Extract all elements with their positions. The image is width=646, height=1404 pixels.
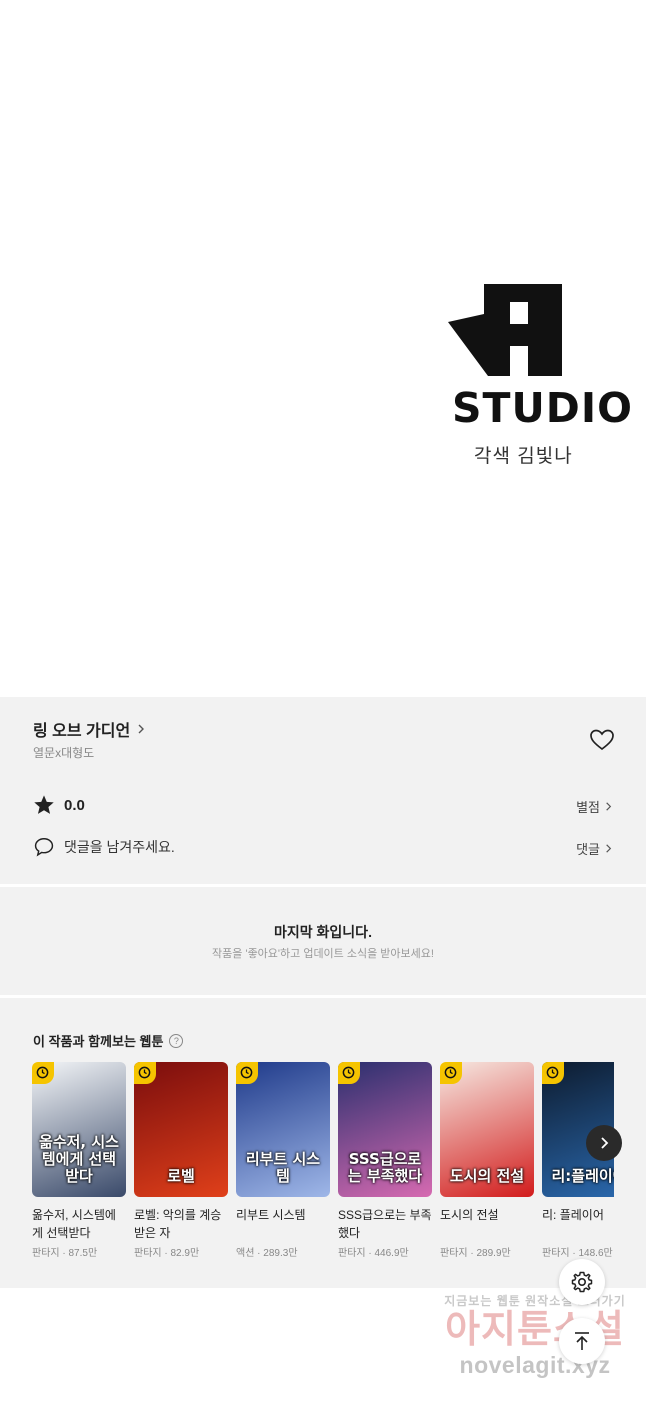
meta-separator: · <box>365 1248 375 1259</box>
card-views: 148.6만 <box>578 1248 613 1259</box>
meta-separator: · <box>569 1248 579 1259</box>
comment-prompt-row[interactable]: 댓글을 남겨주세요. <box>33 836 175 858</box>
studio-logo-text: STUDIO <box>452 384 633 432</box>
clock-icon <box>240 1066 253 1079</box>
like-heart-icon[interactable] <box>588 726 616 754</box>
work-title-link[interactable]: 링 오브 가디언 <box>33 717 148 741</box>
notice-title: 마지막 화입니다. <box>274 924 372 940</box>
episode-final-image: STUDIO 각색 김빛나 <box>0 0 646 697</box>
card-title: SSS급으로는 부족했다 <box>338 1208 432 1240</box>
card-meta: 판타지 · 82.9만 <box>134 1244 228 1259</box>
clock-icon <box>546 1066 559 1079</box>
comment-link[interactable]: 댓글 <box>576 839 614 858</box>
star-icon <box>34 795 54 814</box>
chevron-right-icon <box>601 1137 609 1149</box>
recommendation-card[interactable]: 옮수저, 시스템에게 선택받다 옮수저, 시스템에게 선택받다 판타지 · 87.5… <box>32 1062 126 1259</box>
card-genre: 판타지 <box>440 1248 468 1259</box>
card-genre: 판타지 <box>338 1248 366 1259</box>
carousel-next-button[interactable] <box>586 1125 622 1161</box>
recommendations-section: 이 작품과 함께보는 웹툰 ? 옮수저, 시스템에게 선택받다 옮수저, 시스템에… <box>0 998 646 1288</box>
card-genre: 판타지 <box>542 1248 570 1259</box>
rating-link[interactable]: 별점 <box>576 797 614 816</box>
settings-button[interactable] <box>559 1259 605 1305</box>
last-episode-notice: 마지막 화입니다. 작품을 '좋아요'하고 업데이트 소식을 받아보세요! <box>0 887 646 995</box>
card-views: 87.5만 <box>68 1248 98 1259</box>
card-views: 82.9만 <box>170 1248 200 1259</box>
webtoon-cover-thumbnail: SSS급으로는 부족했다 <box>338 1062 432 1197</box>
card-meta: 판타지 · 148.6만 <box>542 1244 614 1259</box>
cover-title-art: 리:플레이어 <box>551 1167 615 1185</box>
cover-title-art: 옮수저, 시스템에게 선택받다 <box>39 1133 119 1185</box>
help-icon[interactable]: ? <box>169 1033 184 1048</box>
wait-free-badge <box>134 1062 156 1084</box>
webtoon-cover-thumbnail: 옮수저, 시스템에게 선택받다 <box>32 1062 126 1197</box>
clock-icon <box>138 1066 151 1079</box>
notice-subtitle: 작품을 '좋아요'하고 업데이트 소식을 받아보세요! <box>212 948 434 960</box>
cover-title-art: 로벨 <box>167 1167 195 1185</box>
clock-icon <box>444 1066 457 1079</box>
recommendation-card[interactable]: 리부트 시스템 리부트 시스템 액션 · 289.3만 <box>236 1062 330 1259</box>
recommendations-header: 이 작품과 함께보는 웹툰 ? <box>33 1031 184 1050</box>
card-genre: 액션 <box>236 1248 255 1259</box>
rating-link-label: 별점 <box>576 800 600 815</box>
webtoon-cover-thumbnail: 도시의 전설 <box>440 1062 534 1197</box>
work-title: 링 오브 가디언 <box>33 723 131 740</box>
wait-free-badge <box>32 1062 54 1084</box>
card-title: 로벨: 악의를 계승받은 자 <box>134 1208 222 1240</box>
meta-separator: · <box>467 1248 477 1259</box>
card-title: 도시의 전설 <box>440 1208 499 1222</box>
arrow-up-icon <box>575 1332 589 1350</box>
card-title: 옮수저, 시스템에게 선택받다 <box>32 1208 116 1240</box>
studio-logo-icon <box>448 284 562 376</box>
recommendation-card[interactable]: 도시의 전설 도시의 전설 판타지 · 289.9만 <box>440 1062 534 1259</box>
comment-link-label: 댓글 <box>576 842 600 857</box>
recommendation-card[interactable]: 로벨로벨: 악의를 계승받은 자판타지 · 82.9만 <box>134 1062 228 1259</box>
wait-free-badge <box>542 1062 564 1084</box>
card-meta: 판타지 · 87.5만 <box>32 1244 126 1259</box>
wait-free-badge <box>338 1062 360 1084</box>
wait-free-badge <box>236 1062 258 1084</box>
cover-title-art: SSS급으로는 부족했다 <box>347 1150 423 1185</box>
card-views: 289.9만 <box>476 1248 511 1259</box>
clock-icon <box>342 1066 355 1079</box>
rating-value: 0.0 <box>64 796 85 814</box>
cover-title-art: 도시의 전설 <box>449 1167 525 1185</box>
card-meta: 판타지 · 289.9만 <box>440 1244 534 1259</box>
card-genre: 판타지 <box>134 1248 162 1259</box>
card-views: 446.9만 <box>374 1248 409 1259</box>
work-authors: 열문x대형도 <box>33 746 95 760</box>
recommendation-card[interactable]: SSS급으로는 부족했다 SSS급으로는 부족했다판타지 · 446.9만 <box>338 1062 432 1259</box>
speech-bubble-icon <box>34 838 54 857</box>
chevron-right-icon <box>138 724 145 734</box>
card-meta: 액션 · 289.3만 <box>236 1244 330 1259</box>
rating-row: 0.0 <box>33 794 85 816</box>
card-views: 289.3만 <box>263 1248 298 1259</box>
recommendation-carousel: 옮수저, 시스템에게 선택받다 옮수저, 시스템에게 선택받다 판타지 · 87.5… <box>32 1062 614 1272</box>
chevron-right-icon <box>606 844 612 853</box>
meta-separator: · <box>59 1248 69 1259</box>
card-genre: 판타지 <box>32 1248 60 1259</box>
card-meta: 판타지 · 446.9만 <box>338 1244 432 1259</box>
comment-prompt-text: 댓글을 남겨주세요. <box>64 839 175 855</box>
card-title: 리: 플레이어 <box>542 1208 604 1222</box>
gear-icon <box>571 1271 593 1293</box>
meta-separator: · <box>161 1248 171 1259</box>
scroll-to-top-button[interactable] <box>559 1318 605 1364</box>
wait-free-badge <box>440 1062 462 1084</box>
webtoon-cover-thumbnail: 리부트 시스템 <box>236 1062 330 1197</box>
chevron-right-icon <box>606 802 612 811</box>
recommendations-title: 이 작품과 함께보는 웹툰 <box>33 1034 164 1049</box>
webtoon-cover-thumbnail: 로벨 <box>134 1062 228 1197</box>
meta-separator: · <box>254 1248 264 1259</box>
clock-icon <box>36 1066 49 1079</box>
cover-title-art: 리부트 시스템 <box>245 1150 321 1185</box>
card-title: 리부트 시스템 <box>236 1208 306 1222</box>
adaptation-credit: 각색 김빛나 <box>474 446 573 467</box>
